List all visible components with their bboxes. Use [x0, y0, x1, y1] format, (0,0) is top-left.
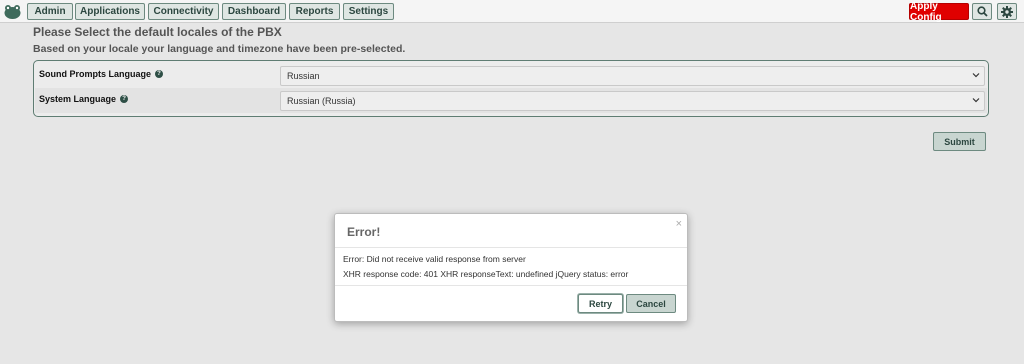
nav-applications-button[interactable]: Applications: [75, 3, 145, 20]
chevron-down-icon: [972, 98, 980, 103]
gear-icon: [1001, 5, 1013, 18]
page-title: Please Select the default locales of the…: [33, 25, 282, 39]
submit-button[interactable]: Submit: [933, 132, 986, 151]
nav-admin-button[interactable]: Admin: [27, 3, 73, 20]
settings-button[interactable]: [997, 3, 1017, 20]
divider: [335, 247, 687, 248]
help-icon[interactable]: ?: [120, 95, 129, 103]
retry-button[interactable]: Retry: [578, 294, 623, 313]
search-icon: [976, 6, 988, 17]
row-label: Sound Prompts Language ?: [39, 69, 164, 79]
system-language-label: System Language: [39, 94, 117, 104]
top-nav-bar: Admin Applications Connectivity Dashboar…: [0, 0, 1024, 23]
close-icon[interactable]: ×: [676, 218, 682, 230]
nav-reports-button[interactable]: Reports: [289, 3, 340, 20]
error-message: Error: Did not receive valid response fr…: [343, 254, 526, 264]
cancel-button[interactable]: Cancel: [626, 294, 676, 313]
select-value: Russian (Russia): [287, 96, 356, 106]
locale-form: Sound Prompts Language ? Russian System …: [33, 60, 989, 117]
frog-logo-icon[interactable]: [3, 3, 22, 20]
sound-prompts-language-select[interactable]: Russian: [280, 66, 985, 86]
form-row-system-language: System Language ? Russian (Russia): [35, 88, 987, 113]
nav-dashboard-button[interactable]: Dashboard: [222, 3, 286, 20]
form-row-sound-prompts: Sound Prompts Language ? Russian: [35, 63, 987, 88]
search-button[interactable]: [972, 3, 992, 20]
sound-prompts-label: Sound Prompts Language: [39, 69, 152, 79]
error-detail: XHR response code: 401 XHR responseText:…: [343, 269, 629, 279]
help-icon[interactable]: ?: [155, 70, 164, 78]
row-label: System Language ?: [39, 94, 129, 104]
apply-config-button[interactable]: Apply Config: [909, 1, 969, 23]
select-value: Russian: [287, 71, 320, 81]
divider: [335, 285, 687, 286]
system-language-select[interactable]: Russian (Russia): [280, 91, 985, 111]
error-dialog: Error! × Error: Did not receive valid re…: [334, 213, 688, 322]
nav-settings-button[interactable]: Settings: [343, 3, 394, 20]
page-subtitle: Based on your locale your language and t…: [33, 43, 406, 55]
nav-connectivity-button[interactable]: Connectivity: [148, 3, 219, 20]
dialog-title: Error!: [347, 225, 381, 239]
chevron-down-icon: [972, 73, 980, 78]
